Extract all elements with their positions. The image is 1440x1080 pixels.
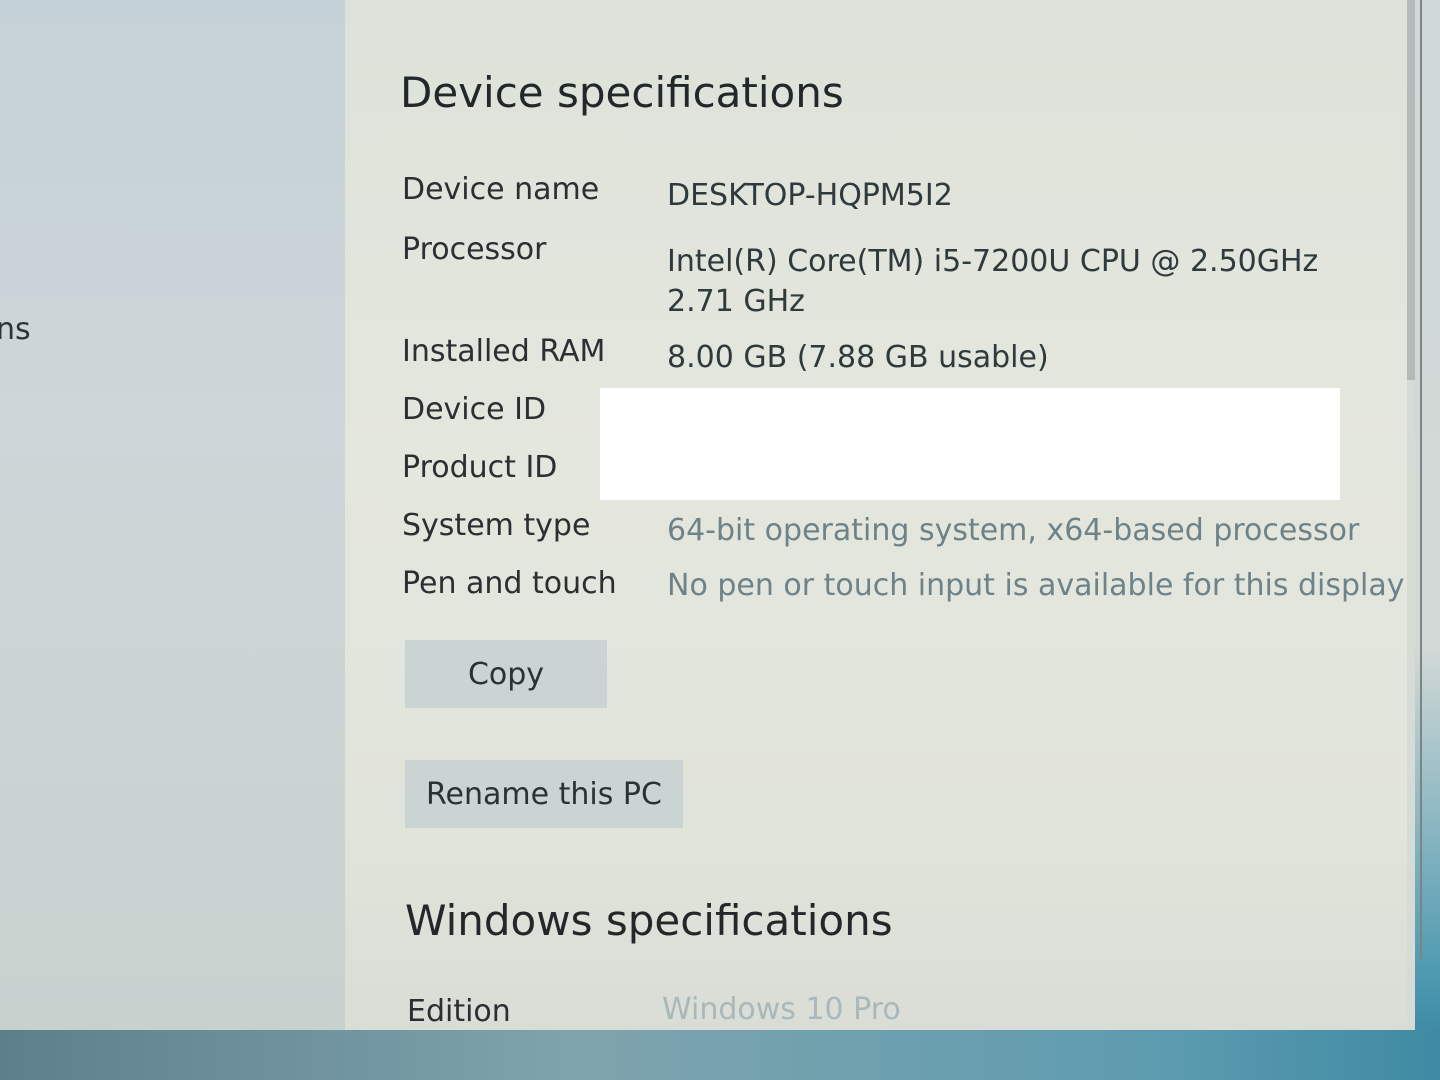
nav-item-partial-label[interactable]: ns (0, 312, 31, 347)
product-id-label: Product ID (402, 450, 558, 485)
system-type-label: System type (402, 508, 591, 543)
scrollbar-thumb[interactable] (1407, 0, 1415, 380)
pen-and-touch-label: Pen and touch (402, 566, 617, 601)
pen-and-touch-value: No pen or touch input is available for t… (667, 568, 1405, 603)
windows-specifications-title: Windows specifications (405, 896, 893, 945)
system-type-value: 64-bit operating system, x64-based proce… (667, 513, 1360, 548)
taskbar (0, 1030, 1440, 1080)
rename-pc-button[interactable]: Rename this PC (405, 760, 683, 828)
scrollbar-track[interactable] (1407, 380, 1415, 1030)
device-name-label: Device name (402, 172, 600, 207)
device-id-label: Device ID (402, 392, 547, 427)
device-name-value: DESKTOP-HQPM5I2 (667, 178, 953, 213)
navigation-pane: ns (0, 0, 345, 1030)
copy-button[interactable]: Copy (405, 640, 607, 708)
redacted-ids-box (600, 388, 1340, 500)
installed-ram-label: Installed RAM (402, 334, 606, 369)
window-border (1420, 0, 1422, 960)
edition-value: Windows 10 Pro (662, 992, 901, 1027)
installed-ram-value: 8.00 GB (7.88 GB usable) (667, 340, 1049, 375)
device-specifications-title: Device specifications (400, 68, 844, 117)
window-right-edge (1415, 0, 1440, 1080)
processor-value: Intel(R) Core(TM) i5-7200U CPU @ 2.50GHz… (667, 244, 1319, 319)
processor-label: Processor (402, 232, 547, 267)
edition-label: Edition (407, 994, 511, 1029)
